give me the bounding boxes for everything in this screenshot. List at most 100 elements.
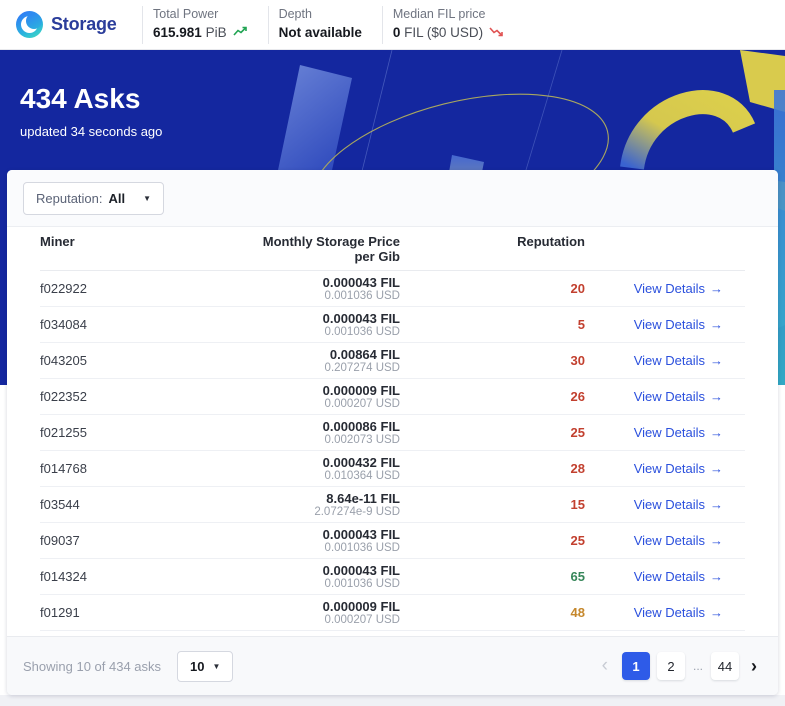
miner-id: f022922 [40, 281, 87, 296]
table-row: f021255 0.000086 FIL 0.002073 USD 25 Vie… [40, 415, 745, 451]
reputation-value: 25 [570, 533, 585, 548]
trend-up-icon [232, 25, 248, 40]
price-cell: 0.000009 FIL 0.000207 USD [200, 599, 400, 627]
view-details-link[interactable]: View Details → [634, 533, 723, 548]
view-details-link[interactable]: View Details → [634, 281, 723, 296]
reputation-filter-dropdown[interactable]: Reputation: All ▼ [23, 181, 165, 215]
view-details-link[interactable]: View Details → [634, 317, 723, 332]
table-row: f022922 0.000043 FIL 0.001036 USD 20 Vie… [40, 271, 745, 307]
pagination: ‹ 1 2 ... 44 › [595, 652, 762, 680]
view-details-link[interactable]: View Details → [634, 569, 723, 584]
price-fil: 0.000009 FIL [322, 598, 400, 614]
price-usd: 0.002073 USD [324, 433, 400, 446]
view-details-link[interactable]: View Details → [634, 425, 723, 440]
miner-id: f021255 [40, 425, 87, 440]
miner-id: f01291 [40, 605, 80, 620]
price-cell: 8.64e-11 FIL 2.07274e-9 USD [200, 491, 400, 519]
view-details-link[interactable]: View Details → [634, 353, 723, 368]
price-cell: 0.000432 FIL 0.010364 USD [200, 455, 400, 483]
page-button-1[interactable]: 1 [621, 652, 650, 680]
price-usd: 0.001036 USD [324, 577, 400, 590]
stat-value: Not available [278, 24, 362, 40]
price-fil: 0.000009 FIL [322, 382, 400, 398]
view-details-link[interactable]: View Details → [634, 605, 723, 620]
prev-page-icon: ‹ [601, 655, 608, 676]
price-usd: 2.07274e-9 USD [314, 505, 400, 518]
asks-card: Reputation: All ▼ Miner Monthly Storage … [7, 170, 778, 695]
chevron-down-icon: ▼ [143, 193, 152, 203]
pagination-ellipsis: ... [692, 659, 703, 673]
storage-logo-icon [16, 11, 43, 38]
page-background-strip [0, 695, 785, 706]
miner-id: f014324 [40, 569, 87, 584]
price-fil: 0.000086 FIL [322, 418, 400, 434]
results-summary: Showing 10 of 434 asks [23, 658, 162, 674]
reputation-value: 48 [570, 605, 585, 620]
stat-total-power: Total Power 615.981 PiB [142, 5, 268, 44]
filter-value: All [108, 190, 126, 206]
arrow-right-icon: → [710, 389, 723, 404]
price-usd: 0.207274 USD [324, 361, 400, 374]
page-button-2[interactable]: 2 [656, 652, 685, 680]
arrow-right-icon: → [710, 497, 723, 512]
arrow-right-icon: → [710, 281, 723, 296]
table-row: f09037 0.000043 FIL 0.001036 USD 25 View… [40, 523, 745, 559]
stat-label: Total Power [153, 6, 219, 21]
table-footer: Showing 10 of 434 asks 10 ▼ ‹ 1 2 ... 44… [7, 636, 778, 695]
top-bar: Storage Total Power 615.981 PiB Depth No… [0, 0, 785, 50]
view-details-link[interactable]: View Details → [634, 389, 723, 404]
stat-label: Median FIL price [392, 6, 486, 21]
column-header-price: Monthly Storage Price per Gib [262, 234, 400, 264]
page-button-44[interactable]: 44 [711, 652, 739, 680]
logo-text: Storage [51, 14, 117, 34]
price-cell: 0.000009 FIL 0.000207 USD [200, 383, 400, 411]
column-header-miner: Miner [40, 234, 75, 249]
stat-label: Depth [278, 6, 312, 21]
price-fil: 0.000043 FIL [322, 274, 400, 290]
asks-table: Miner Monthly Storage Price per Gib Repu… [7, 227, 778, 631]
page-size-value: 10 [190, 658, 205, 674]
stat-median-fil-price: Median FIL price 0 FIL ($0 USD) [381, 5, 524, 44]
table-row: f014768 0.000432 FIL 0.010364 USD 28 Vie… [40, 451, 745, 487]
arrow-right-icon: → [710, 353, 723, 368]
arrow-right-icon: → [710, 317, 723, 332]
price-cell: 0.000043 FIL 0.001036 USD [200, 527, 400, 555]
price-fil: 0.000043 FIL [322, 562, 400, 578]
price-fil: 0.000043 FIL [322, 310, 400, 326]
table-row: f03544 8.64e-11 FIL 2.07274e-9 USD 15 Vi… [40, 487, 745, 523]
reputation-value: 20 [570, 281, 585, 296]
reputation-value: 30 [570, 353, 585, 368]
table-row: f034084 0.000043 FIL 0.001036 USD 5 View… [40, 307, 745, 343]
price-usd: 0.000207 USD [324, 397, 400, 410]
reputation-value: 26 [570, 389, 585, 404]
view-details-link[interactable]: View Details → [634, 497, 723, 512]
reputation-value: 28 [570, 461, 585, 476]
app-logo[interactable]: Storage [16, 11, 128, 38]
price-cell: 0.000043 FIL 0.001036 USD [200, 563, 400, 591]
price-cell: 0.000043 FIL 0.001036 USD [200, 275, 400, 303]
filter-label: Reputation: [36, 190, 103, 206]
view-details-link[interactable]: View Details → [634, 461, 723, 476]
arrow-right-icon: → [710, 605, 723, 620]
reputation-value: 65 [570, 569, 585, 584]
price-fil: 0.000432 FIL [322, 454, 400, 470]
stat-value: 0 FIL ($0 USD) [393, 25, 504, 40]
arrow-right-icon: → [710, 461, 723, 476]
price-usd: 0.000207 USD [324, 613, 400, 626]
miner-id: f022352 [40, 389, 87, 404]
arrow-right-icon: → [710, 425, 723, 440]
trend-down-icon [489, 25, 504, 40]
stat-value: 615.981 PiB [153, 25, 248, 40]
page-size-dropdown[interactable]: 10 ▼ [177, 650, 234, 682]
updated-timestamp: updated 34 seconds ago [20, 124, 163, 139]
price-fil: 0.00864 FIL [329, 346, 400, 362]
table-row: f01291 0.000009 FIL 0.000207 USD 48 View… [40, 595, 745, 631]
price-cell: 0.000043 FIL 0.001036 USD [200, 311, 400, 339]
arrow-right-icon: → [710, 533, 723, 548]
price-cell: 0.00864 FIL 0.207274 USD [200, 347, 400, 375]
price-usd: 0.001036 USD [324, 325, 400, 338]
next-page-icon[interactable]: › [746, 656, 762, 677]
price-usd: 0.010364 USD [324, 469, 400, 482]
stat-depth: Depth Not available [267, 5, 382, 44]
table-row: f022352 0.000009 FIL 0.000207 USD 26 Vie… [40, 379, 745, 415]
